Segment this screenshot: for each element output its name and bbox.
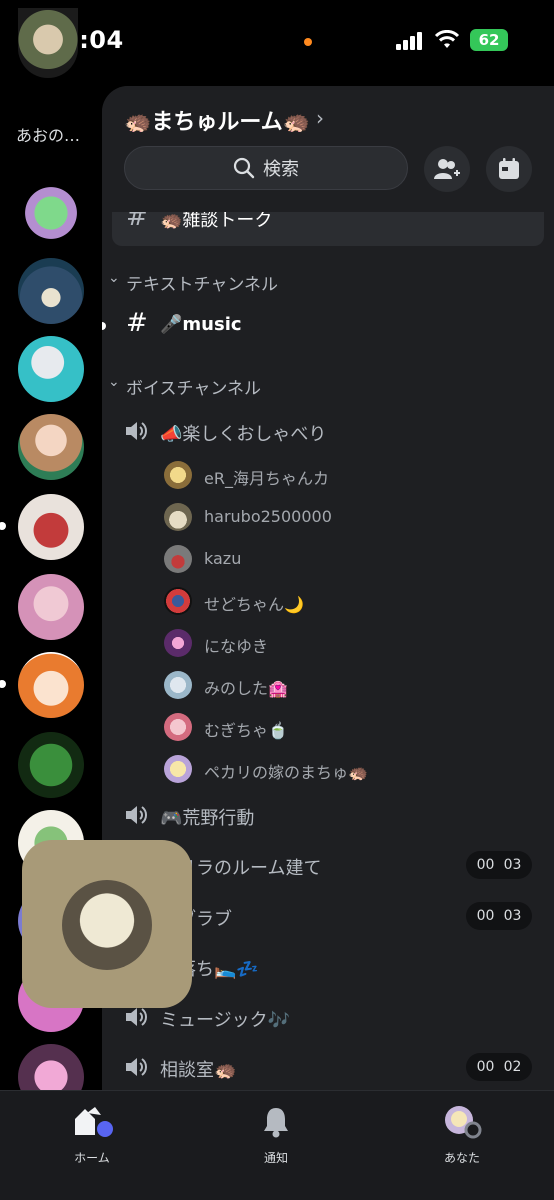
dm-avatar[interactable] <box>18 8 78 78</box>
speaker-icon <box>126 1008 147 1026</box>
timer-count: 00 <box>476 908 495 924</box>
avatar <box>164 461 192 489</box>
voice-timer: 00 02 <box>466 1053 532 1081</box>
server-icon-moo[interactable] <box>18 1044 84 1090</box>
server-header: 🦔まちゅルーム🦔 › 検索 <box>102 86 554 212</box>
user-name: kazu <box>204 549 242 568</box>
user-name: せどちゃん🌙 <box>204 595 304 614</box>
search-icon <box>233 157 255 179</box>
unread-dot <box>102 322 106 330</box>
tab-label: あなた <box>443 1151 480 1165</box>
hash-icon: # <box>126 308 148 338</box>
voice-user-row[interactable]: eR_海月ちゃんカ <box>102 457 554 493</box>
voice-timer: 00 03 <box>466 851 532 879</box>
speaker-icon <box>126 806 147 824</box>
channel-row-music[interactable]: # 🎤music <box>102 308 554 348</box>
category-voice-channels[interactable]: ⌄ ボイスチャンネル <box>102 372 554 400</box>
chevron-down-icon: ⌄ <box>108 374 120 390</box>
channel-name: ミュージック🎶 <box>160 1010 291 1031</box>
server-icon-gogira[interactable] <box>18 732 84 798</box>
avatar <box>164 671 192 699</box>
tab-label: 通知 <box>263 1151 288 1165</box>
user-name: になゆき <box>204 637 269 656</box>
search-button[interactable]: 検索 <box>124 146 408 190</box>
avatar <box>164 755 192 783</box>
user-name: eR_海月ちゃんカ <box>204 469 329 488</box>
tab-notifications[interactable]: 通知 <box>216 1105 336 1166</box>
voice-timer: 00 03 <box>466 902 532 930</box>
channel-name: 🎤music <box>160 314 242 335</box>
channel-name: 🎮荒野行動 <box>160 808 255 829</box>
voice-user-row[interactable]: ペカリの嫁のまちゅ🦔 <box>102 751 554 787</box>
timer-count: 00 <box>476 1059 495 1075</box>
bottom-tab-bar: ホーム 通知 あなた <box>0 1090 554 1200</box>
voice-channel-row[interactable]: 🎮荒野行動 <box>102 798 554 832</box>
voice-channel-row[interactable]: 相談室🦔 00 02 <box>102 1050 554 1084</box>
search-label: 検索 <box>263 159 299 180</box>
avatar <box>164 587 192 615</box>
category-text-channels[interactable]: ⌄ テキストチャンネル <box>102 268 554 296</box>
server-icon-gray-hair[interactable] <box>18 336 84 402</box>
chevron-down-icon: ⌄ <box>108 270 120 286</box>
user-name: むぎちゃ🍵 <box>204 721 288 740</box>
server-icon-tea[interactable] <box>18 258 84 324</box>
timer-count: 03 <box>503 857 522 873</box>
speaker-icon <box>126 1058 147 1076</box>
timer-count: 03 <box>503 908 522 924</box>
channel-name: 📣楽しくおしゃべり <box>160 424 327 445</box>
battery-level: 62 <box>470 29 508 51</box>
voice-user-row[interactable]: みのした🏩 <box>102 667 554 703</box>
server-icon-red-bag[interactable] <box>18 494 84 560</box>
tab-home[interactable]: ホーム <box>32 1105 152 1166</box>
home-icon <box>75 1107 113 1137</box>
avatar <box>164 545 192 573</box>
unread-indicator <box>0 680 6 688</box>
add-member-icon <box>434 159 460 179</box>
wifi-icon <box>434 30 460 48</box>
user-name: harubo2500000 <box>204 507 332 526</box>
server-icon-orange-hair[interactable] <box>18 652 84 718</box>
avatar <box>164 503 192 531</box>
voice-channel-row[interactable]: 📣楽しくおしゃべり <box>102 414 554 448</box>
user-name: ペカリの嫁のまちゅ🦔 <box>204 763 368 782</box>
server-icon-girl-pink[interactable] <box>18 414 84 480</box>
bell-icon <box>264 1108 288 1138</box>
voice-user-row[interactable]: kazu <box>102 541 554 577</box>
voice-user-row[interactable]: harubo2500000 <box>102 499 554 535</box>
voice-pip-window[interactable] <box>22 840 192 1008</box>
chevron-right-icon[interactable]: › <box>316 106 324 130</box>
voice-user-row[interactable]: むぎちゃ🍵 <box>102 709 554 745</box>
timer-count: 02 <box>503 1059 522 1075</box>
calendar-icon <box>499 158 519 179</box>
server-icon-clover[interactable] <box>18 180 84 246</box>
tab-label: ホーム <box>74 1151 110 1165</box>
cellular-signal-icon <box>396 32 424 50</box>
voice-user-row[interactable]: になゆき <box>102 625 554 661</box>
timer-count: 00 <box>476 857 495 873</box>
channel-name: 相談室🦔 <box>160 1060 237 1081</box>
events-button[interactable] <box>486 146 532 192</box>
speaker-icon <box>126 422 147 440</box>
tab-profile[interactable]: あなた <box>402 1105 522 1166</box>
voice-user-row[interactable]: せどちゃん🌙 <box>102 583 554 619</box>
dm-label: あおの… <box>16 126 81 145</box>
server-icon-pink-girl[interactable] <box>18 574 84 640</box>
privacy-indicator-icon <box>304 38 312 46</box>
user-name: みのした🏩 <box>204 679 288 698</box>
profile-icon <box>445 1106 482 1139</box>
category-label: テキストチャンネル <box>126 275 278 295</box>
avatar <box>164 713 192 741</box>
unread-indicator <box>0 522 6 530</box>
invite-members-button[interactable] <box>424 146 470 192</box>
pip-avatar <box>62 880 152 970</box>
avatar <box>164 629 192 657</box>
server-title[interactable]: 🦔まちゅルーム🦔 <box>124 104 310 136</box>
category-label: ボイスチャンネル <box>126 379 261 399</box>
